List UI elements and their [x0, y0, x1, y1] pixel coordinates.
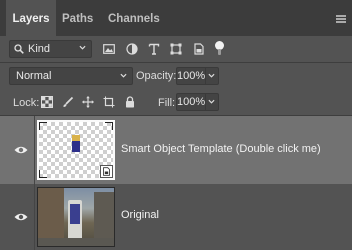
layer-row-original[interactable]: Original	[0, 184, 352, 250]
corner-mark	[39, 170, 47, 178]
corner-mark	[105, 122, 113, 130]
panel-menu-icon[interactable]	[336, 15, 346, 23]
opacity-field[interactable]: 100%	[176, 67, 206, 85]
eye-visibility-icon[interactable]	[14, 212, 28, 222]
lock-transparent-pixels-icon[interactable]	[41, 96, 53, 108]
lock-artboard-icon[interactable]	[103, 96, 115, 108]
layer-name[interactable]: Original	[121, 209, 159, 221]
opacity-label: Opacity:	[136, 70, 177, 82]
type-layer-filter-icon[interactable]	[148, 43, 160, 55]
filter-toggle-stem	[218, 49, 221, 55]
adjustment-layer-filter-icon[interactable]	[126, 43, 138, 55]
tab-layers[interactable]: Layers	[6, 0, 56, 36]
chevron-down-icon	[79, 45, 86, 50]
filter-row: Kind	[0, 36, 352, 62]
panel-tab-bar: Layers Paths Channels	[0, 0, 352, 36]
lock-row: Lock: Fill: 100%	[0, 89, 352, 115]
lock-position-icon[interactable]	[82, 96, 94, 108]
opacity-dropdown[interactable]	[206, 67, 219, 85]
blend-mode-label: Normal	[16, 70, 52, 82]
smart-object-thumbnail[interactable]	[37, 120, 115, 180]
shape-layer-filter-icon[interactable]	[170, 43, 182, 55]
row-separator	[34, 116, 35, 184]
fill-field[interactable]: 100%	[176, 93, 206, 111]
lock-label: Lock:	[13, 97, 40, 109]
lock-image-pixels-icon[interactable]	[62, 96, 74, 108]
photo-kiosk-screen	[70, 204, 80, 224]
search-icon	[14, 44, 24, 54]
lock-all-icon[interactable]	[124, 96, 136, 108]
smart-object-badge-icon	[100, 165, 113, 178]
row-separator	[34, 184, 35, 250]
photo-ground	[38, 238, 114, 246]
layer-row-smart-object[interactable]: Smart Object Template (Double click me)	[0, 116, 352, 184]
chevron-down-icon	[208, 73, 215, 78]
corner-mark	[39, 122, 47, 130]
chevron-down-icon	[120, 73, 127, 78]
fill-label: Fill:	[158, 97, 176, 109]
blend-row: Normal Opacity: 100%	[0, 63, 352, 89]
eye-visibility-icon[interactable]	[14, 145, 28, 155]
layer-name[interactable]: Smart Object Template (Double click me)	[121, 143, 321, 155]
tab-channels[interactable]: Channels	[108, 0, 164, 36]
image-thumbnail[interactable]	[37, 187, 115, 247]
tab-paths[interactable]: Paths	[62, 0, 96, 36]
poster-graphic-top	[72, 135, 80, 141]
filter-kind-label: Kind	[28, 43, 51, 55]
layers-panel: Layers Paths Channels Kind Normal Opacit…	[0, 0, 352, 250]
smart-object-filter-icon[interactable]	[193, 43, 205, 55]
filter-kind-select[interactable]: Kind	[9, 40, 92, 58]
pixel-layer-filter-icon[interactable]	[103, 43, 115, 55]
chevron-down-icon	[208, 99, 215, 104]
fill-dropdown[interactable]	[206, 93, 219, 111]
blend-mode-select[interactable]: Normal	[9, 67, 133, 85]
